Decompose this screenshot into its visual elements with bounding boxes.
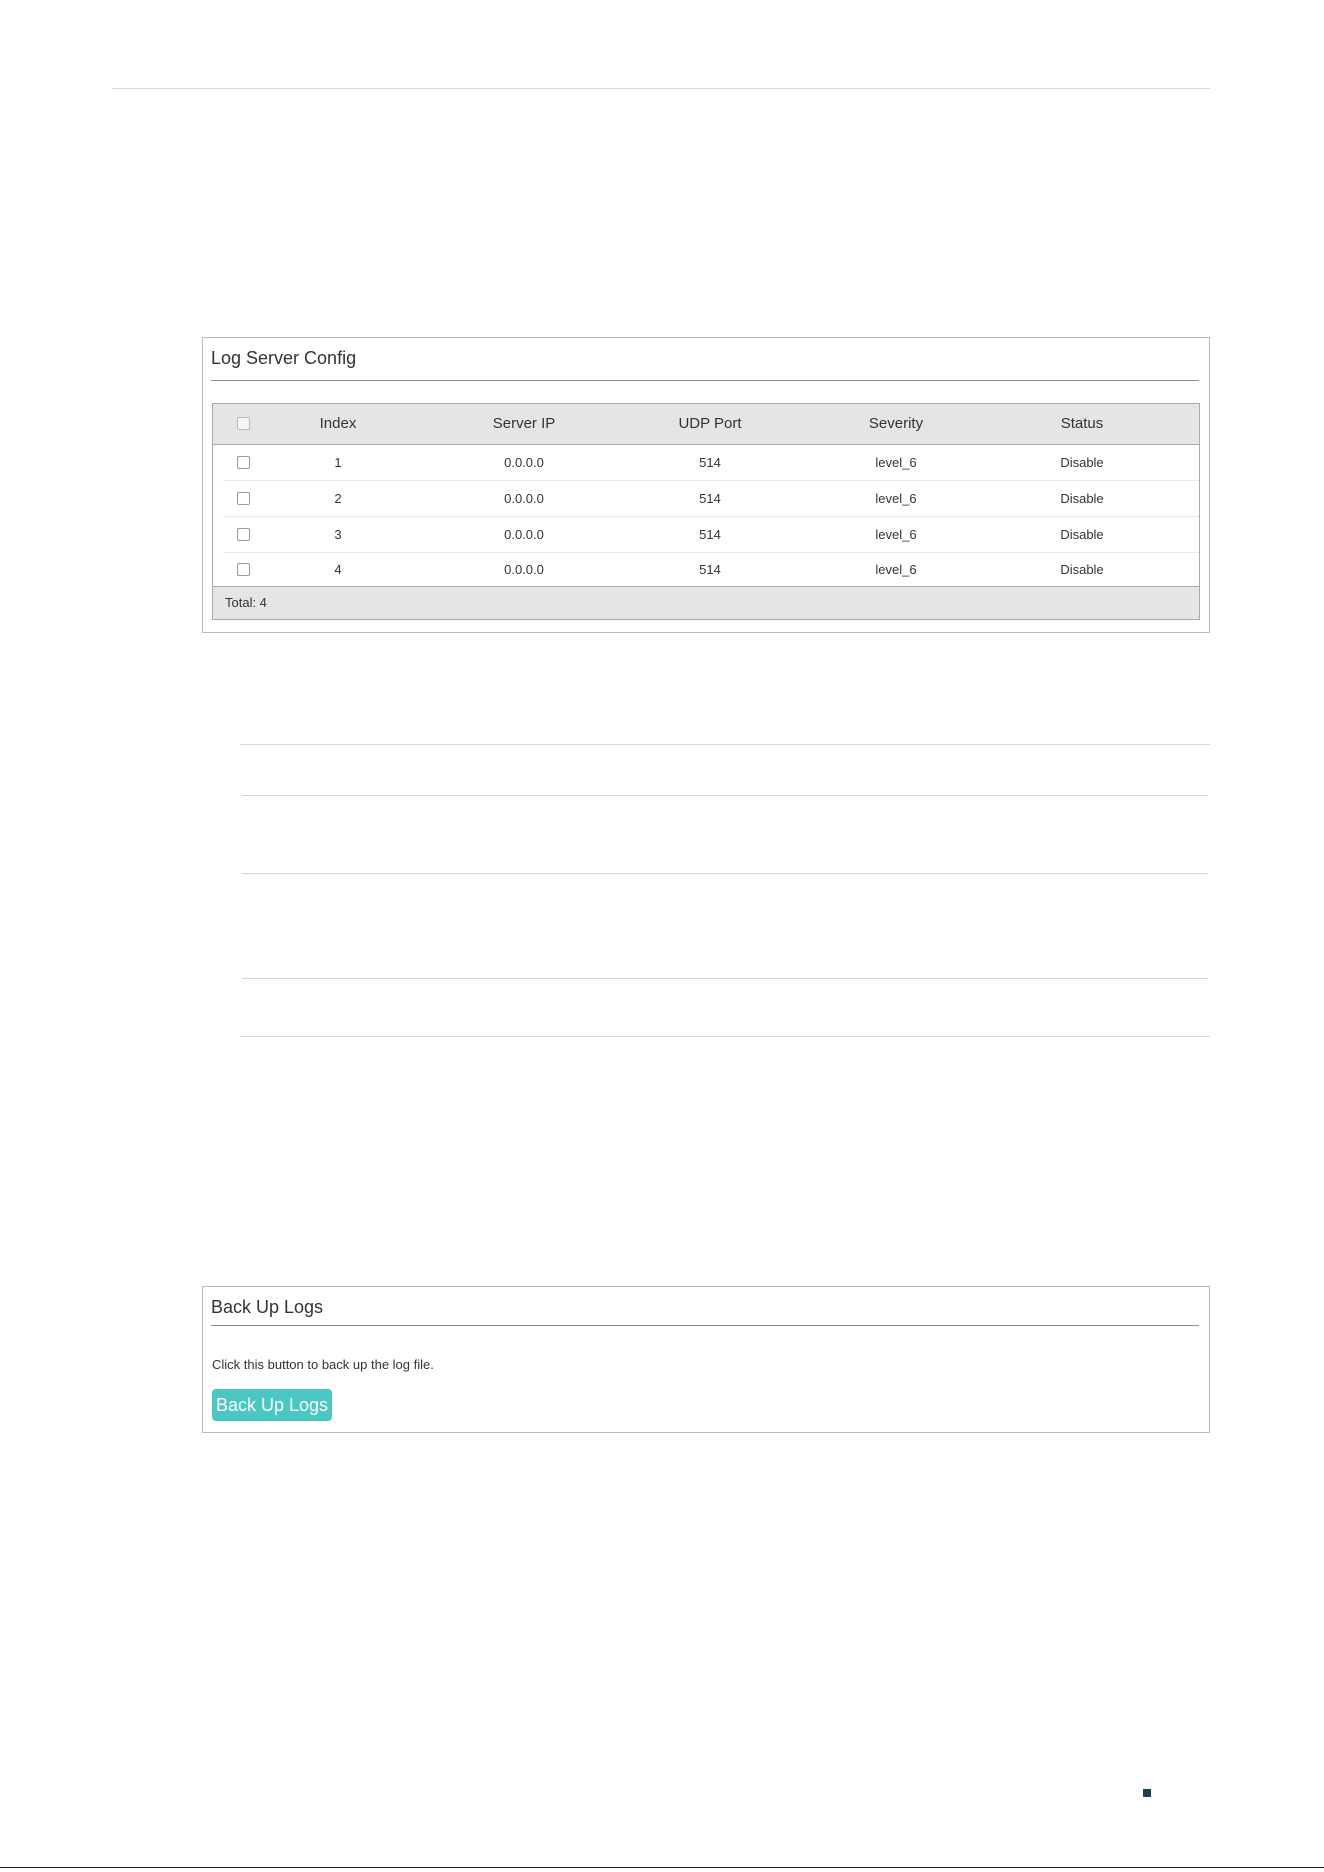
parameter-table-rule [240, 744, 1210, 745]
cell-severity: level_6 [875, 562, 917, 577]
footer-rule [0, 1867, 1324, 1868]
column-header-status[interactable]: Status [1019, 404, 1145, 444]
backup-logs-panel: Back Up Logs Click this button to back u… [202, 1286, 1210, 1433]
cell-status: Disable [1060, 527, 1104, 542]
back-up-logs-button[interactable]: Back Up Logs [212, 1389, 333, 1421]
log-server-config-title: Log Server Config [211, 348, 357, 368]
cell-udp-port: 514 [699, 455, 721, 470]
column-header-severity[interactable]: Severity [833, 404, 959, 444]
table-row[interactable]: 2 0.0.0.0 514 level_6 Disable [223, 481, 1199, 517]
table-row[interactable]: 1 0.0.0.0 514 level_6 Disable [223, 445, 1199, 481]
column-header-index[interactable]: Index [275, 404, 401, 444]
cell-server-ip: 0.0.0.0 [504, 562, 544, 577]
cell-status: Disable [1060, 455, 1104, 470]
cell-udp-port: 514 [699, 491, 721, 506]
cell-severity: level_6 [875, 455, 917, 470]
parameter-table-rule [242, 795, 1208, 796]
log-server-table: Index Server IP UDP Port Severity Status… [212, 403, 1200, 620]
cell-index: 4 [334, 562, 342, 577]
select-all-checkbox[interactable] [237, 417, 250, 430]
row-checkbox[interactable] [237, 563, 250, 576]
cell-status: Disable [1060, 491, 1104, 506]
backup-logs-title: Back Up Logs [211, 1297, 324, 1317]
header-rule [112, 88, 1210, 89]
log-server-config-panel: Log Server Config Index Server IP UDP Po… [202, 337, 1210, 633]
cell-index: 1 [334, 455, 342, 470]
page-bullet-icon [1143, 1789, 1151, 1797]
table-row[interactable]: 3 0.0.0.0 514 level_6 Disable [223, 517, 1199, 553]
cell-severity: level_6 [875, 527, 917, 542]
parameter-table-rule [242, 873, 1208, 874]
cell-server-ip: 0.0.0.0 [504, 527, 544, 542]
cell-server-ip: 0.0.0.0 [504, 491, 544, 506]
cell-index: 2 [334, 491, 342, 506]
cell-index: 3 [334, 527, 342, 542]
row-checkbox[interactable] [237, 456, 250, 469]
table-total: Total: 4 [213, 586, 1199, 619]
parameter-table-rule [242, 978, 1208, 979]
cell-udp-port: 514 [699, 562, 721, 577]
column-header-udp-port[interactable]: UDP Port [647, 404, 773, 444]
panel-title-rule [211, 1325, 1199, 1326]
cell-udp-port: 514 [699, 527, 721, 542]
parameter-table-rule [240, 1036, 1210, 1037]
cell-severity: level_6 [875, 491, 917, 506]
cell-status: Disable [1060, 562, 1104, 577]
panel-title-rule [211, 380, 1199, 381]
table-header: Index Server IP UDP Port Severity Status [213, 404, 1199, 445]
cell-server-ip: 0.0.0.0 [504, 455, 544, 470]
table-row[interactable]: 4 0.0.0.0 514 level_6 Disable [223, 552, 1199, 587]
row-checkbox[interactable] [237, 492, 250, 505]
backup-logs-description: Click this button to back up the log fil… [212, 1357, 434, 1372]
column-header-server-ip[interactable]: Server IP [461, 404, 587, 444]
row-checkbox[interactable] [237, 528, 250, 541]
